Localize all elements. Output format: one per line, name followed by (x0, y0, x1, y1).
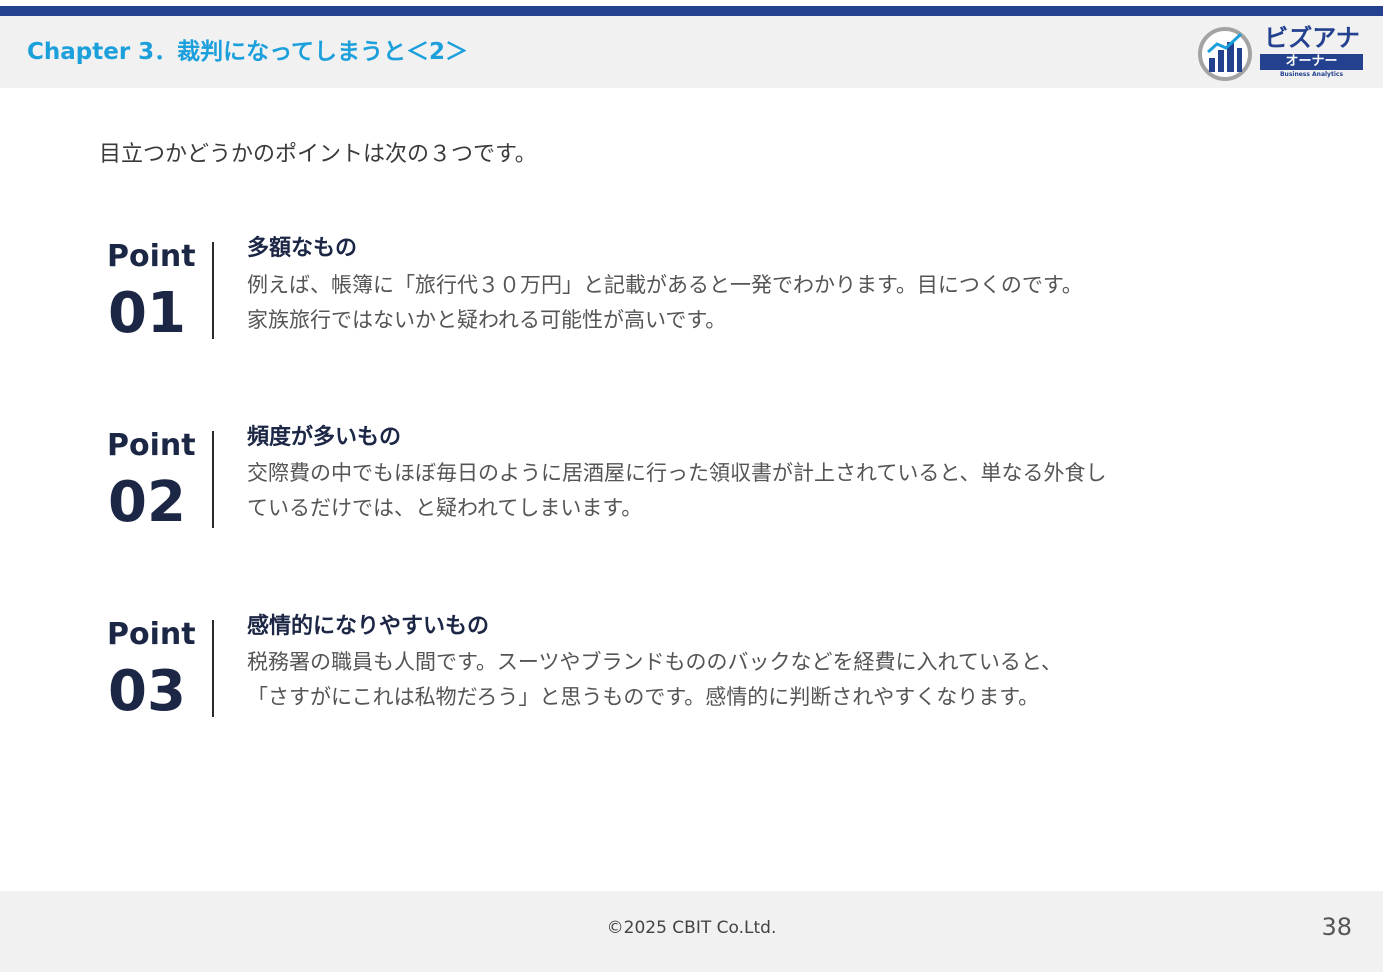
point-item: Point 03 感情的になりやすいもの 税務署の職員も人間です。スーツやブラン… (99, 614, 1299, 728)
point-number: 03 (108, 659, 186, 724)
logo-tagline: Business Analytics (1279, 71, 1344, 78)
point-heading: 頻度が多いもの (247, 425, 402, 450)
point-divider (212, 620, 214, 717)
point-text-line: 「さすがにこれは私物だろう」と思うものです。感情的に判断されやすくなります。 (247, 685, 1040, 709)
point-text-line: 交際費の中でもほぼ毎日のように居酒屋に行った領収書が計上されていると、単なる外食… (247, 461, 1107, 485)
point-label: Point (107, 617, 196, 652)
logo-name: ビズアナ (1264, 24, 1360, 52)
point-label: Point (107, 239, 196, 274)
point-text-line: 家族旅行ではないかと疑われる可能性が高いです。 (247, 308, 727, 332)
logo-sub: オーナー (1285, 54, 1338, 69)
point-heading: 多額なもの (247, 236, 358, 261)
point-text-line: 税務署の職員も人間です。スーツやブランドもののバックなどを経費に入れていると、 (247, 650, 1063, 674)
point-label: Point (107, 428, 196, 463)
point-item: Point 01 多額なもの 例えば、帳簿に「旅行代３０万円」と記載があると一発… (99, 236, 1299, 350)
point-number: 02 (108, 470, 186, 535)
copyright-text: ©2025 CBIT Co.Ltd. (606, 918, 777, 938)
point-divider (212, 242, 214, 339)
brand-logo: ビズアナ オーナー Business Analytics (1197, 24, 1367, 84)
point-item: Point 02 頻度が多いもの 交際費の中でもほぼ毎日のように居酒屋に行った領… (99, 425, 1299, 539)
point-text-line: 例えば、帳簿に「旅行代３０万円」と記載があると一発でわかります。目につくのです。 (247, 273, 1083, 297)
point-text-line: ているだけでは、と疑われてしまいます。 (247, 496, 643, 520)
point-divider (212, 431, 214, 528)
point-number: 01 (108, 281, 186, 346)
top-accent-bar (0, 6, 1383, 16)
chapter-title: Chapter 3．裁判になってしまうと＜2＞ (27, 39, 469, 65)
page-number: 38 (1321, 913, 1352, 941)
intro-text: 目立つかどうかのポイントは次の３つです。 (99, 142, 537, 167)
point-heading: 感情的になりやすいもの (247, 614, 490, 639)
